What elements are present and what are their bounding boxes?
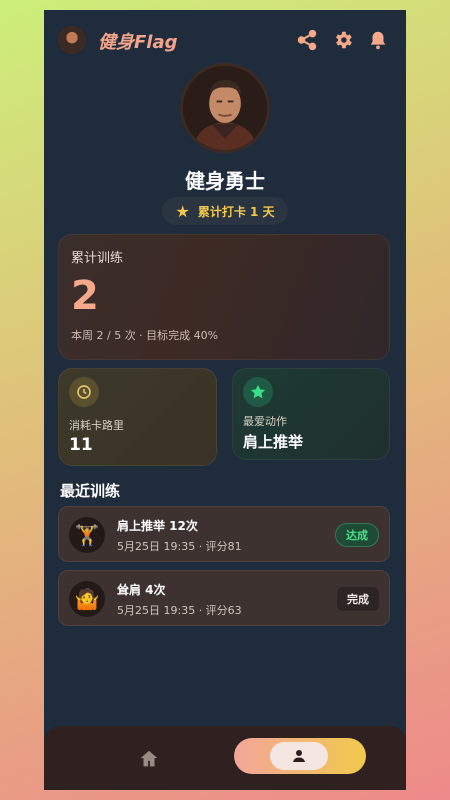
avatar[interactable]: [58, 26, 86, 54]
profile-name: 健身勇士: [185, 169, 265, 193]
total-training-value: 2: [71, 273, 99, 319]
status-badge: 完成: [337, 587, 379, 611]
share-icon[interactable]: [296, 29, 318, 51]
bell-icon[interactable]: [367, 29, 389, 51]
clock-icon: [69, 377, 99, 407]
status-badge: 达成: [335, 523, 379, 547]
list-item[interactable]: 🤷 耸肩 4次 5月25日 19:35 · 评分63 完成: [58, 570, 390, 626]
list-item[interactable]: 🏋️ 肩上推举 12次 5月25日 19:35 · 评分81 达成: [58, 506, 390, 562]
home-icon[interactable]: [138, 748, 160, 770]
shrug-icon: 🤷: [69, 581, 105, 617]
calories-value: 11: [69, 435, 93, 455]
app-title: 健身Flag: [98, 32, 178, 53]
bottom-navigation: [44, 726, 406, 790]
calories-card[interactable]: 消耗卡路里 11: [58, 368, 217, 466]
total-training-card[interactable]: 累计训练 2 本周 2 / 5 次 · 目标完成 40%: [58, 234, 390, 360]
top-bar: 健身Flag: [44, 10, 406, 68]
profile-icon: [270, 742, 328, 770]
star-icon: ★: [175, 201, 190, 221]
record-title: 肩上推举 12次: [117, 519, 198, 533]
favorite-label: 最爱动作: [243, 415, 287, 428]
tab-profile[interactable]: [234, 738, 366, 774]
star-icon: [243, 377, 273, 407]
favorite-exercise-card[interactable]: 最爱动作 肩上推举: [232, 368, 390, 460]
weekly-progress-text: 本周 2 / 5 次 · 目标完成 40%: [71, 329, 219, 342]
weightlifter-icon: 🏋️: [69, 517, 105, 553]
record-title: 耸肩 4次: [117, 583, 166, 597]
recent-training-title: 最近训练: [60, 482, 121, 500]
total-training-title: 累计训练: [71, 251, 124, 266]
favorite-value: 肩上推举: [243, 433, 304, 451]
record-meta: 5月25日 19:35 · 评分81: [117, 540, 242, 553]
app-screen: 健身Flag 健身勇士 ★ 累计打卡 1 天 累计训练 2 本周 2 / 5 次…: [44, 10, 406, 790]
record-meta: 5月25日 19:35 · 评分63: [117, 604, 242, 617]
profile-avatar: [180, 63, 270, 153]
gear-icon[interactable]: [332, 29, 354, 51]
calories-label: 消耗卡路里: [69, 419, 124, 432]
streak-badge: ★ 累计打卡 1 天: [162, 197, 288, 225]
streak-text: 累计打卡 1 天: [197, 204, 275, 219]
